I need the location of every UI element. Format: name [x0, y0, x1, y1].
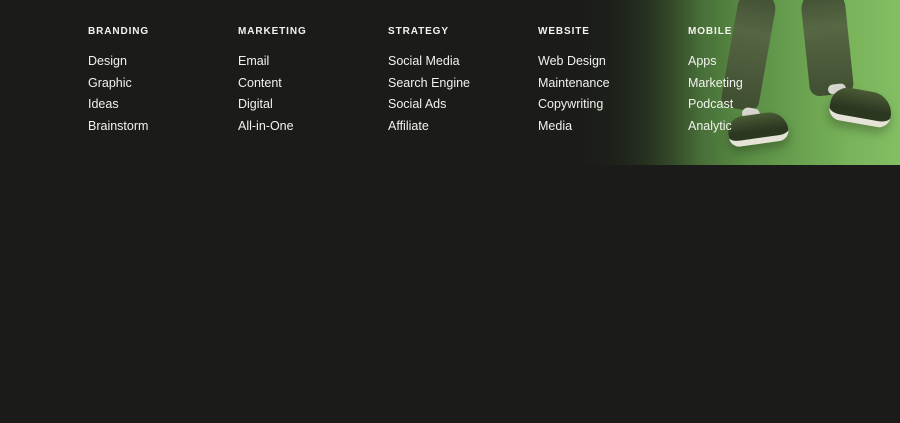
list-item: Marketing [688, 72, 838, 94]
footer-link-brainstorm[interactable]: Brainstorm [88, 116, 148, 138]
footer-link-content[interactable]: Content [238, 73, 282, 95]
list-item: Apps [688, 50, 838, 72]
column-heading: MOBILE [688, 26, 733, 37]
column-links: Apps Marketing Podcast Analytic [688, 50, 838, 136]
list-item: Search Engine [388, 72, 538, 94]
footer-link-copywriting[interactable]: Copywriting [538, 94, 603, 116]
footer-link-marketing[interactable]: Marketing [688, 73, 743, 95]
column-links: Social Media Search Engine Social Ads Af… [388, 50, 538, 136]
column-links: Design Graphic Ideas Brainstorm [88, 50, 238, 136]
list-item: Content [238, 72, 388, 94]
footer-link-social-ads[interactable]: Social Ads [388, 94, 446, 116]
list-item: Maintenance [538, 72, 688, 94]
list-item: Digital [238, 93, 388, 115]
list-item: Podcast [688, 93, 838, 115]
footer-nav: BRANDING Design Graphic Ideas Brainstorm… [88, 26, 838, 136]
list-item: Graphic [88, 72, 238, 94]
footer-link-graphic[interactable]: Graphic [88, 73, 132, 95]
column-heading: STRATEGY [388, 26, 449, 37]
list-item: Analytic [688, 115, 838, 137]
list-item: Affiliate [388, 115, 538, 137]
column-heading: MARKETING [238, 26, 307, 37]
footer-link-maintenance[interactable]: Maintenance [538, 73, 610, 95]
column-heading: BRANDING [88, 26, 150, 37]
footer-link-digital[interactable]: Digital [238, 94, 273, 116]
footer-link-search-engine[interactable]: Search Engine [388, 73, 470, 95]
footer-link-social-media[interactable]: Social Media [388, 51, 460, 73]
footer-link-affiliate[interactable]: Affiliate [388, 116, 429, 138]
list-item: Media [538, 115, 688, 137]
footer-column-branding: BRANDING Design Graphic Ideas Brainstorm [88, 26, 238, 136]
footer-link-email[interactable]: Email [238, 51, 269, 73]
footer-link-ideas[interactable]: Ideas [88, 94, 119, 116]
footer-link-web-design[interactable]: Web Design [538, 51, 606, 73]
list-item: Web Design [538, 50, 688, 72]
list-item: Email [238, 50, 388, 72]
column-links: Email Content Digital All-in-One [238, 50, 388, 136]
footer-link-media[interactable]: Media [538, 116, 572, 138]
footer-link-analytic[interactable]: Analytic [688, 116, 732, 138]
list-item: Design [88, 50, 238, 72]
footer-link-apps[interactable]: Apps [688, 51, 717, 73]
column-heading: WEBSITE [538, 26, 590, 37]
list-item: Brainstorm [88, 115, 238, 137]
footer-link-all-in-one[interactable]: All-in-One [238, 116, 294, 138]
list-item: Ideas [88, 93, 238, 115]
footer-column-marketing: MARKETING Email Content Digital All-in-O… [238, 26, 388, 136]
list-item: Social Media [388, 50, 538, 72]
footer-link-design[interactable]: Design [88, 51, 127, 73]
footer-column-website: WEBSITE Web Design Maintenance Copywriti… [538, 26, 688, 136]
column-links: Web Design Maintenance Copywriting Media [538, 50, 688, 136]
list-item: Copywriting [538, 93, 688, 115]
footer-column-strategy: STRATEGY Social Media Search Engine Soci… [388, 26, 538, 136]
footer-link-podcast[interactable]: Podcast [688, 94, 733, 116]
list-item: Social Ads [388, 93, 538, 115]
footer-column-mobile: MOBILE Apps Marketing Podcast Analytic [688, 26, 838, 136]
list-item: All-in-One [238, 115, 388, 137]
